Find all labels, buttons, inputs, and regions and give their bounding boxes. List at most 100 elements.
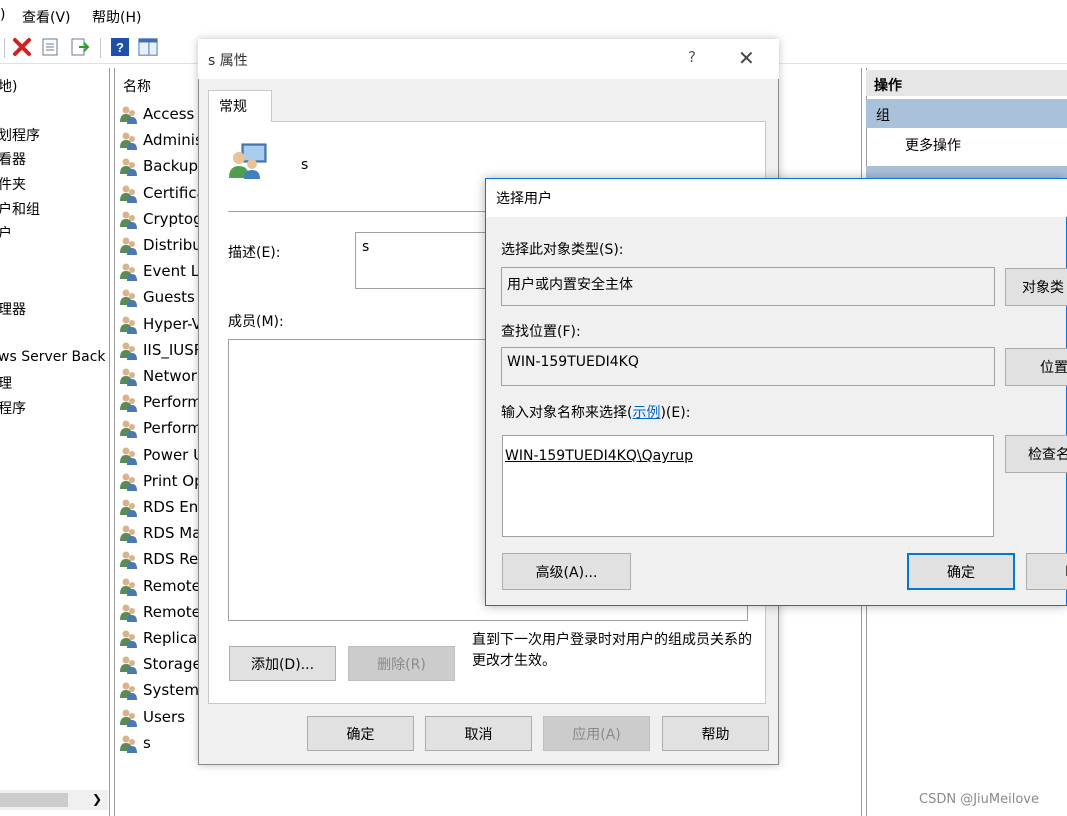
- tree-item[interactable]: ws Server Back: [0, 349, 106, 365]
- location-label: 查找位置(F):: [501, 324, 581, 340]
- apply-button[interactable]: 应用(A): [543, 716, 650, 751]
- tree-item[interactable]: 理器: [0, 299, 26, 319]
- group-icon: [119, 471, 139, 491]
- group-row-label: Guests: [143, 288, 195, 307]
- remove-button[interactable]: 删除(R): [348, 646, 455, 681]
- object-names-input[interactable]: WIN-159TUEDI4KQ\Qayrup: [502, 435, 994, 537]
- group-row[interactable]: IIS_IUSR: [119, 338, 204, 362]
- group-row-label: Power U: [143, 445, 205, 464]
- group-row-label: Backup: [143, 157, 198, 176]
- group-row[interactable]: Perform: [119, 390, 202, 414]
- group-row-label: Replicat: [143, 629, 204, 647]
- group-icon: [119, 209, 139, 229]
- group-row[interactable]: Network: [119, 364, 206, 388]
- group-row[interactable]: Guests: [119, 285, 195, 309]
- group-row-label: Adminis: [143, 131, 203, 150]
- tab-general[interactable]: 常规: [208, 90, 272, 122]
- group-row[interactable]: Perform: [119, 416, 202, 440]
- group-row-label: Hyper-V: [143, 314, 202, 333]
- group-row[interactable]: System: [119, 678, 199, 702]
- toolbar-separator: [100, 38, 101, 58]
- tree-item[interactable]: 划程序: [0, 125, 40, 145]
- actions-group-header[interactable]: 组: [866, 99, 1067, 128]
- menu-help[interactable]: 帮助(H): [92, 7, 141, 27]
- group-row-label: Distribu: [143, 236, 202, 254]
- toolbar-separator: [4, 38, 5, 58]
- group-row-label: Print Op: [143, 471, 204, 490]
- group-row[interactable]: Cryptog: [119, 207, 203, 231]
- group-icon: [119, 445, 139, 465]
- group-icon: [119, 654, 139, 675]
- group-row[interactable]: Remote: [119, 600, 201, 624]
- help-button[interactable]: 帮助: [662, 716, 769, 751]
- menu-item-partial[interactable]: ): [0, 7, 5, 23]
- scroll-right-icon[interactable]: ❯: [92, 792, 102, 806]
- add-button[interactable]: 添加(D)...: [229, 646, 336, 681]
- location-field: WIN-159TUEDI4KQ: [501, 347, 995, 386]
- tree-item[interactable]: 户: [0, 223, 12, 243]
- check-names-button[interactable]: 检查名: [1005, 435, 1067, 473]
- locations-button[interactable]: 位置: [1005, 348, 1067, 386]
- group-row[interactable]: Distribu: [119, 233, 202, 257]
- delete-icon[interactable]: [12, 37, 32, 57]
- group-row[interactable]: Remote: [119, 574, 201, 598]
- svg-text:?: ?: [116, 40, 124, 55]
- group-icon: [119, 340, 139, 360]
- tree-item[interactable]: 理: [0, 373, 12, 393]
- group-icon: [228, 140, 268, 180]
- group-row[interactable]: s: [119, 731, 151, 755]
- tree-item[interactable]: 件夹: [0, 174, 26, 194]
- group-row[interactable]: Backup: [119, 154, 198, 178]
- description-field[interactable]: s: [355, 232, 495, 289]
- group-icon: [119, 287, 139, 308]
- cancel-button[interactable]: 取消: [425, 716, 532, 751]
- group-row[interactable]: Power U: [119, 443, 204, 467]
- group-row-label: Cryptog: [143, 209, 203, 228]
- group-row[interactable]: Replicat: [119, 626, 203, 650]
- tree-item[interactable]: 户和组: [0, 199, 40, 219]
- close-icon[interactable]: ✕: [738, 46, 755, 70]
- group-row[interactable]: Adminis: [119, 128, 203, 152]
- group-row[interactable]: RDS Re: [119, 547, 198, 571]
- group-icon: [119, 156, 139, 177]
- group-row[interactable]: Users: [119, 705, 185, 729]
- help-icon[interactable]: ?: [110, 37, 130, 57]
- group-icon: [119, 261, 139, 282]
- select-ok-button[interactable]: 确定: [907, 553, 1015, 590]
- object-types-button[interactable]: 对象类: [1005, 268, 1067, 306]
- group-row[interactable]: Certifica: [119, 181, 206, 205]
- column-header-name[interactable]: 名称: [123, 76, 151, 96]
- group-row-label: RDS Ma: [143, 524, 202, 543]
- group-row[interactable]: RDS End: [119, 495, 208, 519]
- help-icon[interactable]: ?: [688, 48, 696, 66]
- export-icon[interactable]: [70, 37, 90, 57]
- ok-button[interactable]: 确定: [307, 716, 414, 751]
- tree-item[interactable]: 地): [0, 76, 17, 96]
- scrollbar-thumb[interactable]: [0, 793, 68, 807]
- group-row-label: Users: [143, 707, 186, 726]
- menu-view[interactable]: 查看(V): [22, 7, 71, 27]
- group-row[interactable]: RDS Ma: [119, 521, 201, 545]
- group-row-label: IIS_IUSR: [143, 340, 205, 359]
- group-row[interactable]: Storage: [119, 652, 202, 676]
- object-type-label: 选择此对象类型(S):: [501, 242, 624, 258]
- properties-icon[interactable]: [40, 37, 60, 57]
- tree-item[interactable]: 看器: [0, 149, 26, 169]
- group-row[interactable]: Print Op: [119, 469, 204, 493]
- group-icon: [119, 314, 139, 334]
- group-row[interactable]: Event Lo: [119, 259, 208, 283]
- tree-item[interactable]: 程序: [0, 398, 26, 418]
- examples-link[interactable]: 示例: [632, 405, 660, 421]
- group-row-label: Remote: [143, 602, 201, 621]
- more-actions-link[interactable]: 更多操作: [905, 135, 961, 155]
- console-tree: 地) 划程序 看器 件夹 户和组 户 理器 ws Server Back 理 程…: [0, 68, 110, 816]
- advanced-button[interactable]: 高级(A)...: [502, 553, 631, 590]
- group-icon: [119, 602, 139, 622]
- object-names-label-pre: 输入对象名称来选择(: [501, 405, 633, 421]
- group-row[interactable]: Access: [119, 102, 194, 126]
- show-pane-icon[interactable]: [138, 37, 158, 57]
- select-cancel-button[interactable]: I: [1026, 553, 1067, 590]
- group-row-label: RDS Re: [143, 550, 199, 569]
- group-row[interactable]: Hyper-V: [119, 312, 202, 336]
- group-icon: [119, 523, 139, 544]
